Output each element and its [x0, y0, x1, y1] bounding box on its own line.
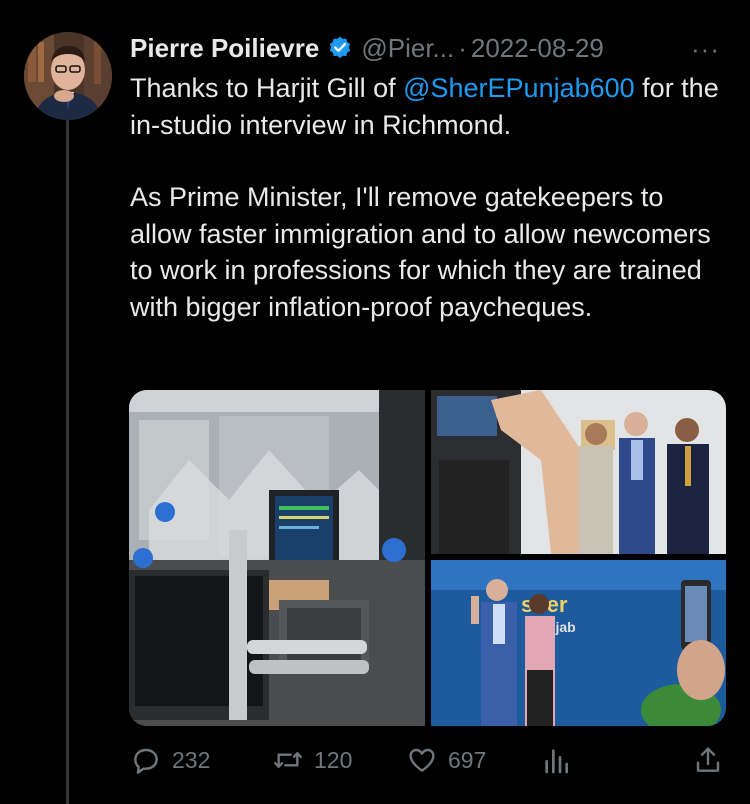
reply-count: 232 — [172, 746, 211, 773]
share-icon — [696, 747, 720, 772]
analytics-button[interactable] — [540, 740, 572, 780]
repost-count: 120 — [314, 746, 353, 773]
heart-icon — [409, 748, 435, 772]
thread-line — [66, 120, 69, 804]
like-button[interactable]: 697 — [406, 740, 486, 780]
like-count: 697 — [448, 746, 487, 773]
header-separator: · — [458, 32, 467, 63]
author-handle[interactable]: @Pier... — [361, 33, 454, 64]
tweet-text: Thanks to Harjit Gill of @SherEPunjab600… — [130, 70, 730, 325]
tweet-paragraph-2: As Prime Minister, I'll remove gatekeepe… — [130, 182, 711, 322]
media-grid: sher Punjab — [129, 390, 726, 726]
mention-link[interactable]: @SherEPunjab600 — [403, 73, 635, 103]
avatar[interactable] — [24, 32, 112, 120]
share-button[interactable] — [692, 740, 724, 780]
reply-button[interactable]: 232 — [130, 740, 210, 780]
tweet-header: Pierre Poilievre @Pier... · 2022-08-29 — [130, 28, 730, 68]
group-photo[interactable] — [431, 390, 726, 554]
text-prefix: Thanks to Harjit Gill of — [130, 73, 404, 103]
tweet-paragraph-1: Thanks to Harjit Gill of @SherEPunjab600… — [130, 70, 730, 143]
analytics-icon — [545, 749, 568, 774]
tweet-actions: 232 120 697 — [130, 740, 730, 780]
avatar-image — [24, 32, 112, 120]
photo-with-host[interactable]: sher Punjab — [431, 560, 726, 726]
tweet-date[interactable]: 2022-08-29 — [471, 33, 604, 64]
repost-icon — [274, 752, 302, 768]
more-options-icon[interactable]: ··· — [691, 34, 720, 65]
repost-button[interactable]: 120 — [272, 740, 352, 780]
reply-icon — [134, 748, 158, 774]
author-name[interactable]: Pierre Poilievre — [130, 33, 319, 64]
radio-studio-photo[interactable] — [129, 390, 425, 726]
verified-badge-icon — [327, 35, 353, 61]
